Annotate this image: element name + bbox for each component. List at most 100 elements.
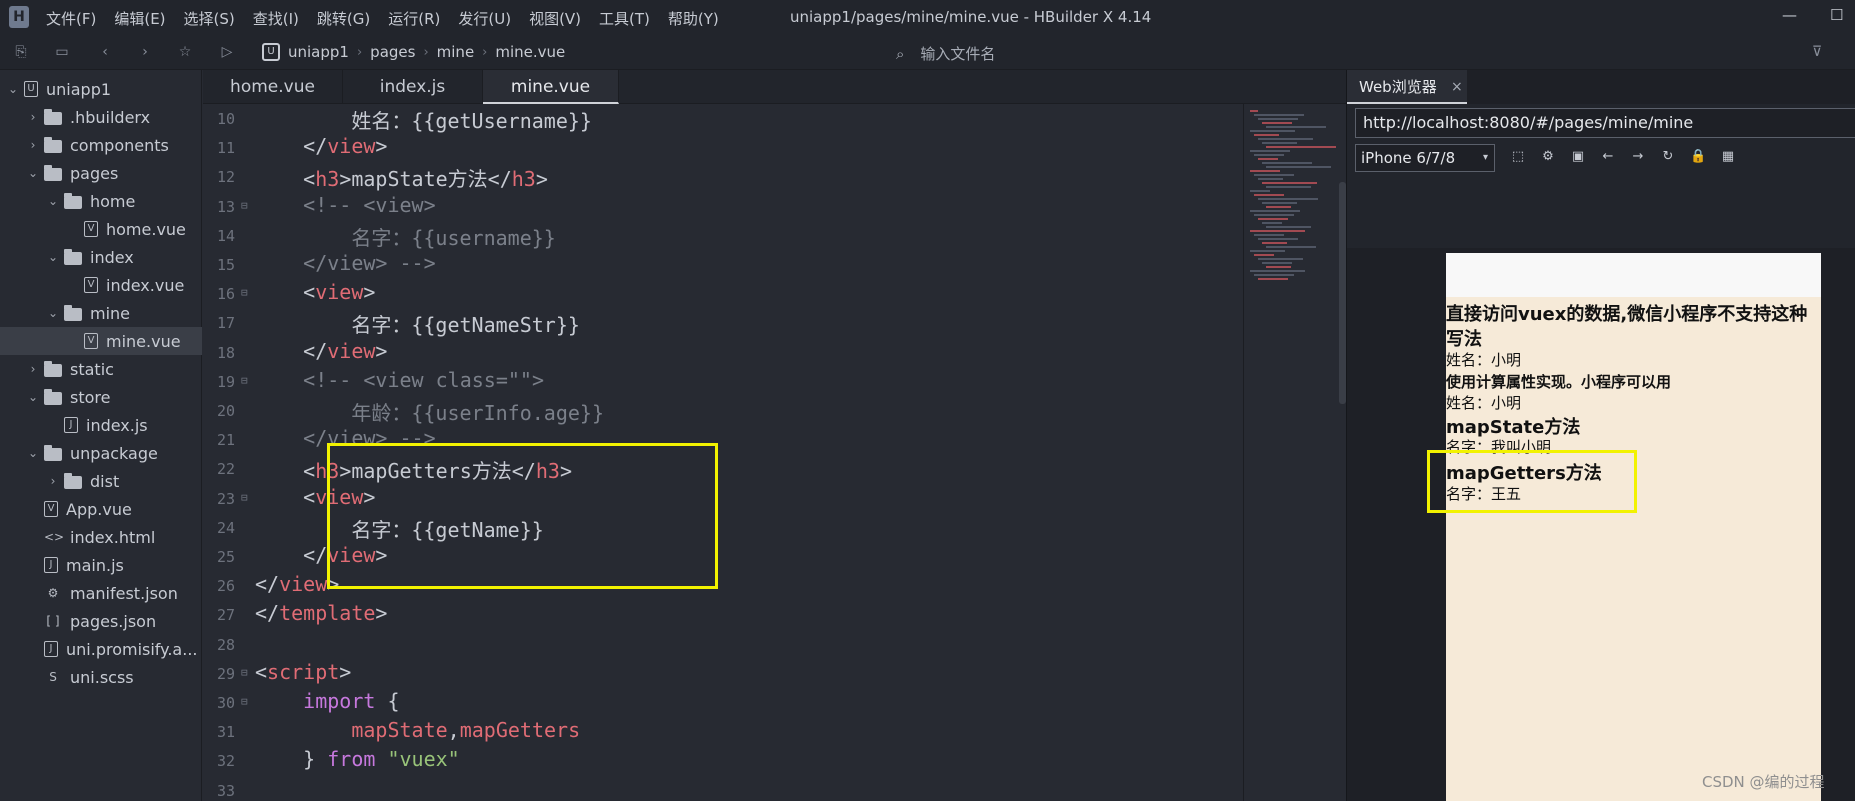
line-number: 16 <box>216 285 235 304</box>
tree-item[interactable]: ⚙ manifest.json <box>0 579 202 607</box>
tree-item[interactable]: ⌄ mine <box>0 299 202 327</box>
tree-item[interactable]: Vhome.vue <box>0 215 202 243</box>
fold-icon[interactable]: ⊟ <box>241 666 248 679</box>
file-search-input[interactable]: ⌕ 输入文件名 <box>896 43 995 64</box>
tree-item[interactable]: ⌄ home <box>0 187 202 215</box>
fold-icon[interactable]: ⊟ <box>241 491 248 504</box>
run-icon[interactable]: ▷ <box>218 43 236 61</box>
line-gutter: 10 11 12 13 ⊟ 14 15 16 ⊟ 17 18 19 ⊟ 20 21 22 23 ⊟ 24 25 26 27… <box>203 104 253 801</box>
fold-icon[interactable]: ⊟ <box>241 695 248 708</box>
code-token: { <box>375 689 400 713</box>
code-token: > <box>339 659 352 684</box>
preview-heading: 写法 <box>1446 329 1482 350</box>
minimap-line <box>1266 266 1291 268</box>
code-token: view <box>315 280 364 305</box>
minimap-line <box>1262 142 1297 144</box>
tree-item[interactable]: <> index.html <box>0 523 202 551</box>
tab-index-js[interactable]: index.js <box>343 70 483 104</box>
menu-item[interactable]: 帮助(Y) <box>668 8 719 29</box>
tree-item[interactable]: Vindex.vue <box>0 271 202 299</box>
new-file-icon[interactable]: ⎘ <box>12 43 30 61</box>
fold-icon[interactable]: ⊟ <box>241 374 248 387</box>
chevron-right-icon: › <box>482 44 488 60</box>
chevron-down-icon: ⌄ <box>27 446 39 460</box>
forward-icon[interactable]: → <box>1630 149 1646 165</box>
device-select[interactable]: iPhone 6/7/8 ▾ <box>1355 144 1495 172</box>
minimap-line <box>1258 118 1298 120</box>
console-icon[interactable]: ▣ <box>1570 149 1586 165</box>
refresh-icon[interactable]: ↻ <box>1660 149 1676 165</box>
menu-item[interactable]: 选择(S) <box>184 8 235 29</box>
menu-item[interactable]: 编辑(E) <box>114 8 165 29</box>
tree-item[interactable]: ⌄ Uuniapp1 <box>0 75 202 103</box>
code-token: </view> --> <box>255 251 436 275</box>
tree-item[interactable]: ⌄ index <box>0 243 202 271</box>
tree-item[interactable]: ⌄ unpackage <box>0 439 202 467</box>
highlight-box-code <box>327 443 718 589</box>
breadcrumb-item[interactable]: pages <box>370 43 415 61</box>
code-token: > <box>375 601 388 626</box>
star-icon[interactable]: ☆ <box>176 43 194 61</box>
screenshot-icon[interactable]: ⬚ <box>1510 149 1526 165</box>
tree-item[interactable]: Juni.promisify.a... <box>0 635 202 663</box>
minimap-line <box>1262 162 1312 164</box>
tree-item[interactable]: ⌄ store <box>0 383 202 411</box>
search-icon: ⌕ <box>896 45 905 63</box>
breadcrumb-item[interactable]: mine <box>437 43 475 61</box>
url-input[interactable]: http://localhost:8080/#/pages/mine/mine <box>1355 108 1855 138</box>
folder-icon <box>64 248 82 265</box>
fold-icon[interactable]: ⊟ <box>241 199 248 212</box>
tree-item[interactable]: ⌄ pages <box>0 159 202 187</box>
filter-icon[interactable]: ⊽ <box>1808 43 1826 61</box>
menu-item[interactable]: 运行(R) <box>388 8 440 29</box>
code-token: </ <box>255 338 328 363</box>
code-line: <!-- <view> <box>255 193 435 217</box>
file-search-placeholder: 输入文件名 <box>920 45 996 63</box>
close-icon[interactable]: × <box>1451 70 1463 104</box>
code-token: mapGetters <box>459 718 581 743</box>
tree-item-label: dist <box>90 471 120 491</box>
tree-item[interactable]: Suni.scss <box>0 663 202 691</box>
menu-item[interactable]: 文件(F) <box>46 8 96 29</box>
minimap[interactable] <box>1243 104 1343 801</box>
file-type-icon: [ ] <box>46 614 60 628</box>
lock-icon[interactable]: 🔒 <box>1690 149 1706 165</box>
tree-item[interactable]: Jindex.js <box>0 411 202 439</box>
tree-item[interactable]: V App.vue <box>0 495 202 523</box>
tree-item[interactable]: › dist <box>0 467 202 495</box>
minimap-line <box>1266 146 1336 148</box>
menu-item[interactable]: 视图(V) <box>529 8 581 29</box>
tree-item[interactable]: › static <box>0 355 202 383</box>
minimap-line <box>1258 178 1283 180</box>
tree-item[interactable]: Jmain.js <box>0 551 202 579</box>
qrcode-icon[interactable]: ▦ <box>1720 149 1736 165</box>
tab-home-vue[interactable]: home.vue <box>203 70 343 104</box>
tree-item[interactable]: › components <box>0 131 202 159</box>
breadcrumb-item[interactable]: uniapp1 <box>288 43 349 61</box>
code-token: "vuex" <box>387 747 460 772</box>
back-icon[interactable]: ← <box>1600 149 1616 165</box>
code-token: from <box>327 747 376 772</box>
editor-scrollbar[interactable] <box>1339 182 1346 404</box>
breadcrumb-item[interactable]: mine.vue <box>495 43 565 61</box>
menu-item[interactable]: 查找(I) <box>253 8 299 29</box>
menu-item[interactable]: 跳转(G) <box>317 8 370 29</box>
maximize-button[interactable]: ☐ <box>1830 6 1843 24</box>
menu-item[interactable]: 发行(U) <box>458 8 511 29</box>
tab-mine-vue[interactable]: mine.vue <box>483 70 619 104</box>
fold-icon[interactable]: ⊟ <box>241 286 248 299</box>
menu-item[interactable]: 工具(T) <box>599 8 650 29</box>
forward-icon[interactable]: › <box>136 43 154 61</box>
tree-item[interactable]: Vmine.vue <box>0 327 202 355</box>
minimap-line <box>1262 202 1297 204</box>
minimize-button[interactable]: — <box>1782 6 1797 24</box>
line-number: 18 <box>216 343 235 362</box>
tree-item[interactable]: [ ] pages.json <box>0 607 202 635</box>
save-icon[interactable]: ▭ <box>53 43 71 61</box>
back-icon[interactable]: ‹ <box>96 43 114 61</box>
tree-item[interactable]: › .hbuilderx <box>0 103 202 131</box>
tree-item-label: index <box>90 247 134 267</box>
tab-web-browser[interactable]: Web浏览器 × <box>1347 70 1467 104</box>
settings-icon[interactable]: ⚙ <box>1540 149 1556 165</box>
minimap-line <box>1262 222 1282 224</box>
